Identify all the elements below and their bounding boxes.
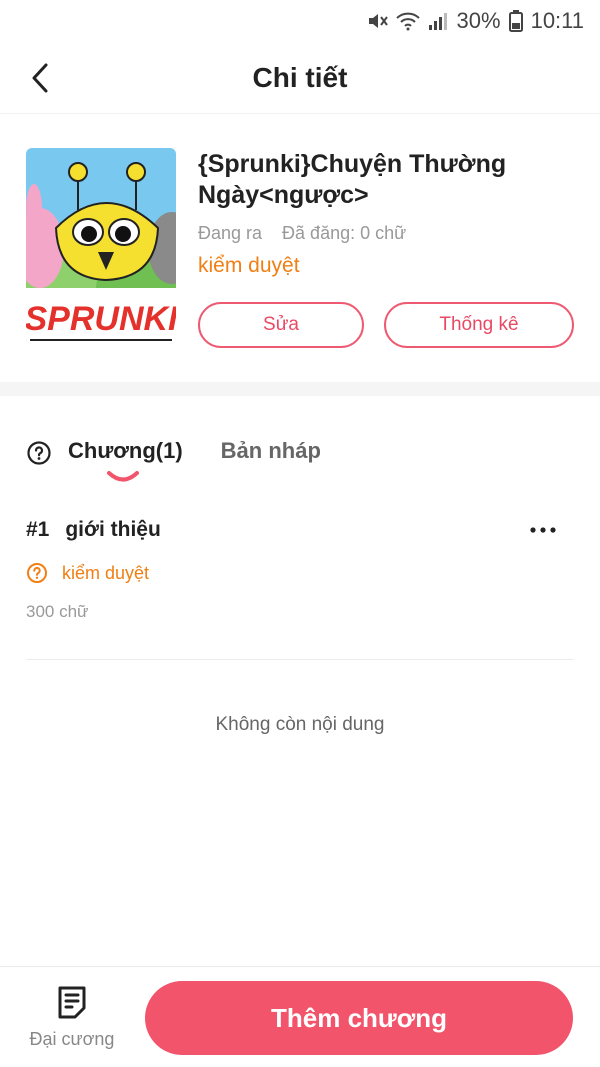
section-divider bbox=[0, 382, 600, 396]
outline-button[interactable]: Đại cương bbox=[22, 985, 122, 1050]
outline-document-icon bbox=[58, 986, 86, 1019]
page-title: Chi tiết bbox=[252, 61, 348, 93]
back-button[interactable] bbox=[18, 56, 62, 100]
statistics-button[interactable]: Thống kê bbox=[384, 302, 574, 348]
end-of-list-text: Không còn nội dung bbox=[215, 714, 385, 735]
chapter-word-count: 300 chữ bbox=[26, 602, 89, 621]
chapter-title: giới thiệu bbox=[65, 518, 161, 541]
more-options-button[interactable] bbox=[526, 516, 560, 544]
status-bar: 30% 10:11 bbox=[0, 0, 600, 42]
chapter-tabs: Chương(1) Bản nháp bbox=[26, 420, 321, 486]
chapter-number: #1 bbox=[26, 518, 50, 541]
signal-icon bbox=[428, 13, 447, 30]
help-icon[interactable] bbox=[26, 440, 52, 466]
battery-icon bbox=[508, 10, 523, 32]
edit-button[interactable]: Sửa bbox=[198, 302, 364, 348]
publish-status: Đang ra bbox=[198, 223, 263, 243]
add-chapter-button[interactable]: Thêm chương bbox=[145, 981, 573, 1055]
chapter-state-label: kiểm duyệt bbox=[62, 562, 150, 583]
list-item[interactable]: #1 giới thiệu kiểm duyệt 300 chữ bbox=[26, 500, 574, 660]
wifi-icon bbox=[395, 12, 420, 31]
tab-chapters[interactable]: Chương(1) bbox=[68, 420, 183, 482]
book-title: {Sprunki}Chuyện Thường Ngày<ngược> bbox=[198, 150, 507, 209]
battery-percent: 30% bbox=[456, 8, 501, 33]
chevron-left-icon bbox=[32, 63, 48, 93]
chapter-review-status: kiểm duyệt bbox=[26, 562, 574, 584]
bottom-bar: Đại cương Thêm chương bbox=[0, 966, 600, 1067]
tab-drafts[interactable]: Bản nháp bbox=[221, 420, 321, 464]
word-count: Đã đăng: 0 chữ bbox=[282, 223, 407, 243]
more-icon bbox=[530, 527, 556, 533]
book-info: SPRUNKI {Sprunki}Chuyện Thường Ngày<ngượ… bbox=[0, 114, 600, 382]
book-actions: Sửa Thống kê bbox=[198, 302, 574, 348]
tab-chapters-label: Chương(1) bbox=[68, 438, 183, 463]
mute-icon bbox=[368, 14, 388, 28]
clock: 10:11 bbox=[530, 8, 584, 33]
cover-title: SPRUNKI bbox=[26, 300, 176, 338]
book-meta: Đang ra Đã đăng: 0 chữ bbox=[198, 223, 574, 244]
tab-active-indicator bbox=[107, 471, 139, 482]
top-bar: Chi tiết bbox=[0, 42, 600, 114]
outline-label: Đại cương bbox=[29, 1029, 115, 1049]
question-circle-icon bbox=[27, 563, 47, 583]
book-cover[interactable]: SPRUNKI bbox=[26, 148, 176, 344]
book-details: {Sprunki}Chuyện Thường Ngày<ngược> Đang … bbox=[198, 148, 574, 382]
review-status: kiểm duyệt bbox=[198, 254, 300, 277]
chapter-heading: #1 giới thiệu bbox=[26, 500, 574, 560]
